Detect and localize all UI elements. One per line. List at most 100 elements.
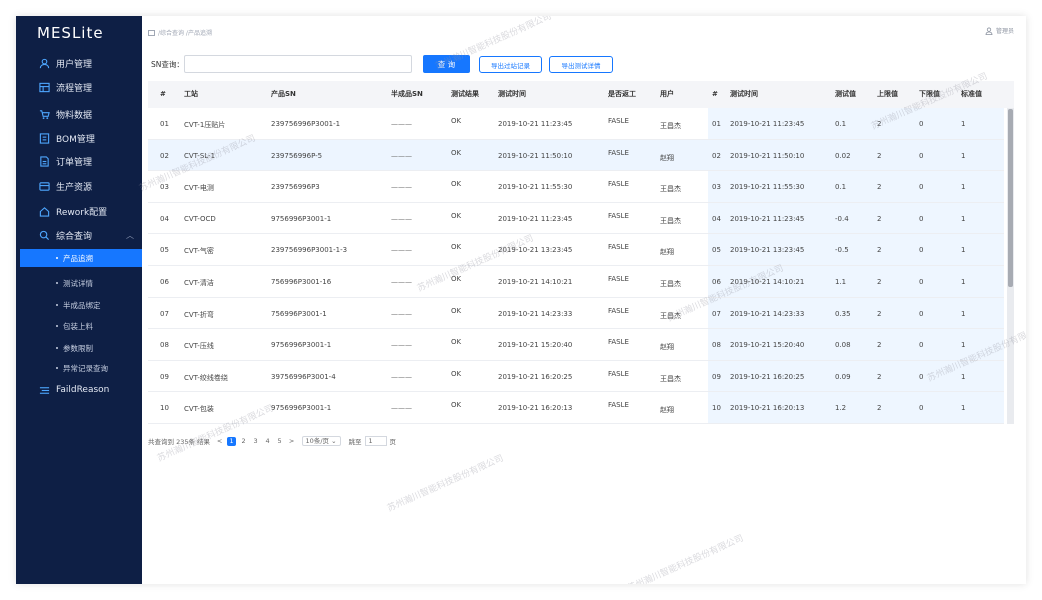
cell-detail-number: 05 [712,246,721,255]
cell-standard-value: 1 [961,246,966,255]
flow-icon [38,81,50,93]
cell-test-time: 2019-10-21 15:20:40 [498,341,573,350]
submenu-item-test-detail[interactable]: 测试详情 [16,274,142,292]
cell-semi-sn: ——— [391,341,412,350]
breadcrumb: /综合查询 /产品追溯 [148,28,212,37]
trace-table: # 工站 产品SN 半成品SN 测试结果 测试时间 是否返工 用户 # 测试时间… [148,81,1014,424]
cell-semi-sn: ——— [391,278,412,286]
cell-upper-limit: 2 [877,151,882,160]
order-icon [38,155,50,167]
cell-rework: FASLE [608,306,629,315]
submenu-item-semi-binding[interactable]: 半成品绑定 [16,296,142,314]
sidebar-item-bom[interactable]: BOM管理 [16,127,142,149]
submenu-item-packing[interactable]: 包装上料 [16,317,142,335]
sidebar-item-rework[interactable]: Rework配置 [16,200,142,222]
table-row[interactable]: 02 CVT-SL-1 239756996P-5 ——— OK 2019-10-21 11… [148,139,1004,172]
export-station-record-button[interactable]: 导出过站记录 [479,56,542,73]
cell-upper-limit: 2 [877,341,882,350]
bullet-icon [56,325,58,327]
export-test-detail-button[interactable]: 导出测试详情 [549,56,613,73]
cell-detail-time: 2019-10-21 14:10:21 [730,278,805,286]
cell-user: 赵翔 [660,406,674,415]
cell-rework: FASLE [608,338,629,347]
next-page-button[interactable]: > [287,437,296,446]
page-3-button[interactable]: 3 [251,437,260,446]
cart-icon [38,108,50,120]
table-row[interactable]: 06 CVT-清洁 756996P3001-16 ——— OK 2019-10-21 14… [148,266,1004,298]
col-header: 测试值 [835,90,856,98]
page-1-button[interactable]: 1 [227,436,237,446]
sn-search-input[interactable] [184,55,412,73]
table-row[interactable]: 07 CVT-折弯 756996P3001-1 ——— OK 2019-10-21 14:… [148,298,1004,330]
cell-test-value: 1.2 [835,404,847,413]
cell-semi-sn: ——— [391,404,412,413]
scrollbar-thumb[interactable] [1008,109,1013,287]
cell-user: 王昌杰 [660,374,681,383]
prev-page-button[interactable]: < [215,437,224,446]
table-row[interactable]: 03 CVT-电测 239756996P3 ——— OK 2019-10-21 11:55… [148,171,1004,203]
sidebar-item-resources[interactable]: 生产资源 [16,175,142,197]
cell-upper-limit: 2 [877,246,882,255]
cell-detail-time: 2019-10-21 14:23:33 [730,309,805,318]
user-avatar-icon [985,27,993,35]
table-row[interactable]: 01 CVT-1压贴片 239756996P3001-1 ——— OK 2019-10-2… [148,108,1004,140]
cell-row-number: 04 [160,214,169,223]
bullet-icon [56,282,58,284]
cell-station: CVT-绞线卷绕 [184,373,228,382]
table-scrollbar[interactable] [1007,108,1014,424]
cell-test-result: OK [451,211,462,220]
cell-rework: FASLE [608,117,629,125]
cell-detail-time: 2019-10-21 15:20:40 [730,341,805,350]
cell-test-result: OK [451,338,462,347]
user-menu[interactable]: 管理员 [985,26,1014,35]
cell-test-value: -0.5 [835,246,849,255]
col-header: # [160,90,166,98]
cell-detail-time: 2019-10-21 16:20:25 [730,372,805,381]
submenu-item-product-trace[interactable]: 产品追溯 [20,249,142,267]
jump-label: 跳至 [348,438,362,446]
submenu-item-label: 产品追溯 [63,253,93,263]
sidebar-item-users[interactable]: 用户管理 [16,52,142,74]
topbar: /综合查询 /产品追溯 管理员 [142,16,1026,50]
cell-lower-limit: 0 [919,214,924,223]
cell-product-sn: 39756996P3001-4 [271,372,336,381]
table-row[interactable]: 10 CVT-包装 9756996P3001-1 ——— OK 2019-10-21 16… [148,392,1004,424]
table-row[interactable]: 04 CVT-OCD 9756996P3001-1 ——— OK 2019-10-21 1… [148,203,1004,235]
cell-standard-value: 1 [961,341,966,350]
user-icon [38,57,50,69]
page-4-button[interactable]: 4 [263,437,272,446]
jump-page-input[interactable]: 1 [364,436,387,446]
col-header: 标准值 [961,90,982,98]
sidebar-item-query[interactable]: 综合查询 ︿ [16,224,142,246]
submenu-item-exception-records[interactable]: 异常记录查询 [16,359,142,377]
cell-standard-value: 1 [961,120,966,128]
table-row[interactable]: 08 CVT-压线 9756996P3001-1 ——— OK 2019-10-21 15… [148,329,1004,361]
resource-icon [38,180,50,192]
sidebar-item-flow[interactable]: 流程管理 [16,76,142,98]
cell-user: 赵翔 [660,343,674,352]
cell-rework: FASLE [608,275,629,283]
menu-fold-icon[interactable] [148,29,155,36]
page-5-button[interactable]: 5 [275,437,284,446]
sidebar-item-material[interactable]: 物料数据 [16,103,142,125]
breadcrumb-text[interactable]: /综合查询 /产品追溯 [158,28,212,37]
cell-upper-limit: 2 [877,278,882,286]
cell-detail-number: 01 [712,120,721,128]
cell-user: 王昌杰 [660,311,681,320]
table-row[interactable]: 09 CVT-绞线卷绕 39756996P3001-4 ——— OK 2019-10-21… [148,361,1004,393]
sidebar-item-orders[interactable]: 订单管理 [16,150,142,172]
cell-rework: FASLE [608,243,629,252]
cell-row-number: 01 [160,120,169,128]
page-size-value: 10条/页 [305,437,330,445]
query-button[interactable]: 查 询 [423,55,470,73]
cell-upper-limit: 2 [877,404,882,413]
submenu-item-param-limit[interactable]: 参数限制 [16,339,142,357]
col-header: 半成品SN [391,90,423,98]
page-2-button[interactable]: 2 [239,437,248,446]
sidebar-item-faildreason[interactable]: FaildReason [16,379,142,401]
cell-test-time: 2019-10-21 11:50:10 [498,151,573,160]
cell-detail-number: 08 [712,341,721,350]
cell-standard-value: 1 [961,183,966,192]
table-row[interactable]: 05 CVT-气密 239756996P3001-1-3 ——— OK 2019-10-2… [148,234,1004,266]
page-size-select[interactable]: 10条/页 ⌄ [301,436,341,446]
